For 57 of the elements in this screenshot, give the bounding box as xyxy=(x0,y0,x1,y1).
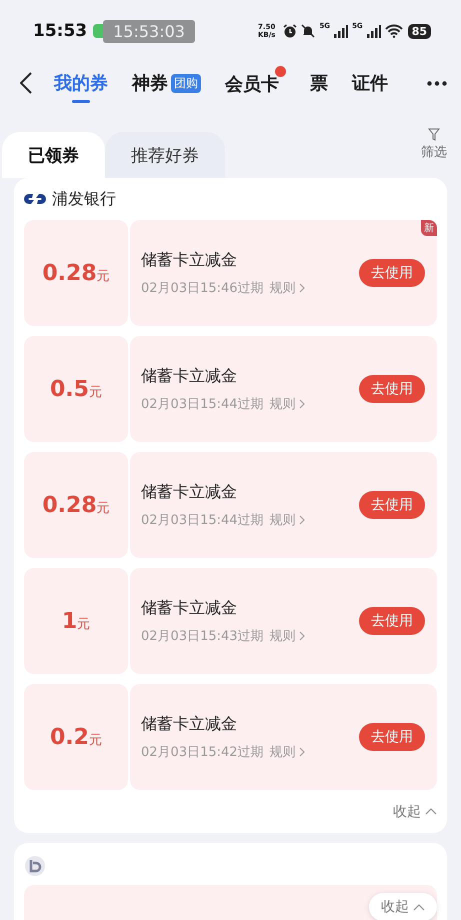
use-button[interactable]: 去使用 xyxy=(359,375,425,403)
group-buy-badge: 团购 xyxy=(171,74,201,92)
rules-link[interactable]: 规则 xyxy=(270,394,305,412)
chevron-right-icon xyxy=(298,746,305,756)
battery-icon: 85 xyxy=(408,24,431,38)
rules-link[interactable]: 规则 xyxy=(270,742,305,760)
coupon-amount: 0.5元 xyxy=(50,376,102,402)
signal-icon xyxy=(366,24,381,38)
clock-badge: 15:53:03 xyxy=(103,20,195,42)
expiry-time: 02月03日15:43过期 xyxy=(141,628,264,644)
new-badge: 新 xyxy=(421,220,437,236)
use-button[interactable]: 去使用 xyxy=(359,723,425,751)
chevron-up-icon xyxy=(413,904,425,910)
coupon-tab[interactable]: 推荐好券 xyxy=(105,132,225,178)
expiry-time: 02月03日15:44过期 xyxy=(141,512,264,528)
coupon-title: 储蓄卡立减金 xyxy=(141,714,238,734)
collapse-button[interactable]: 收起 xyxy=(369,893,437,920)
chevron-right-icon xyxy=(298,398,305,408)
chevron-up-icon xyxy=(425,808,437,815)
coupon-title: 储蓄卡立减金 xyxy=(141,598,238,618)
chevron-right-icon xyxy=(298,514,305,524)
rules-link[interactable]: 规则 xyxy=(270,510,305,528)
coupon-amount: 0.28元 xyxy=(42,492,110,518)
wifi-icon xyxy=(384,24,403,38)
rules-link[interactable]: 规则 xyxy=(270,278,305,296)
expiry-time: 02月03日15:42过期 xyxy=(141,744,264,760)
bank-logo-icon xyxy=(24,855,46,877)
coupon-tab[interactable]: 已领券 xyxy=(2,132,105,178)
coupon-amount: 0.28元 xyxy=(42,260,110,286)
coupon-title: 储蓄卡立减金 xyxy=(141,250,238,270)
chevron-right-icon xyxy=(298,282,305,292)
muted-bell-icon xyxy=(301,24,316,38)
use-button[interactable]: 去使用 xyxy=(359,259,425,287)
filter-button[interactable]: 筛选 xyxy=(421,128,447,161)
expiry-time: 02月03日15:44过期 xyxy=(141,396,264,412)
coupon-amount: 0.2元 xyxy=(50,724,102,750)
chevron-right-icon xyxy=(298,630,305,640)
nav-tab[interactable]: 神券 团购 xyxy=(132,67,201,99)
back-icon[interactable] xyxy=(20,72,32,94)
rules-link[interactable]: 规则 xyxy=(270,626,305,644)
coupon-title: 储蓄卡立减金 xyxy=(141,366,238,386)
bank-logo-icon xyxy=(24,192,46,206)
coupon-amount: 1元 xyxy=(62,608,90,634)
filter-icon xyxy=(428,128,440,141)
coupon-title: 储蓄卡立减金 xyxy=(141,482,238,502)
nav-tab[interactable]: 证件 xyxy=(352,67,388,99)
expiry-time: 02月03日15:46过期 xyxy=(141,280,264,296)
collapse-button[interactable]: 收起 xyxy=(393,802,437,820)
alarm-icon xyxy=(283,24,298,38)
nav-tab[interactable]: 票 xyxy=(310,67,328,99)
use-button[interactable]: 去使用 xyxy=(359,607,425,635)
time: 15:53 xyxy=(33,21,88,41)
use-button[interactable]: 去使用 xyxy=(359,491,425,519)
nav-tab[interactable]: 会员卡 xyxy=(225,66,286,100)
more-icon[interactable] xyxy=(427,80,447,86)
bank-name: 浦发银行 xyxy=(52,188,116,210)
signal-icon xyxy=(334,24,348,38)
